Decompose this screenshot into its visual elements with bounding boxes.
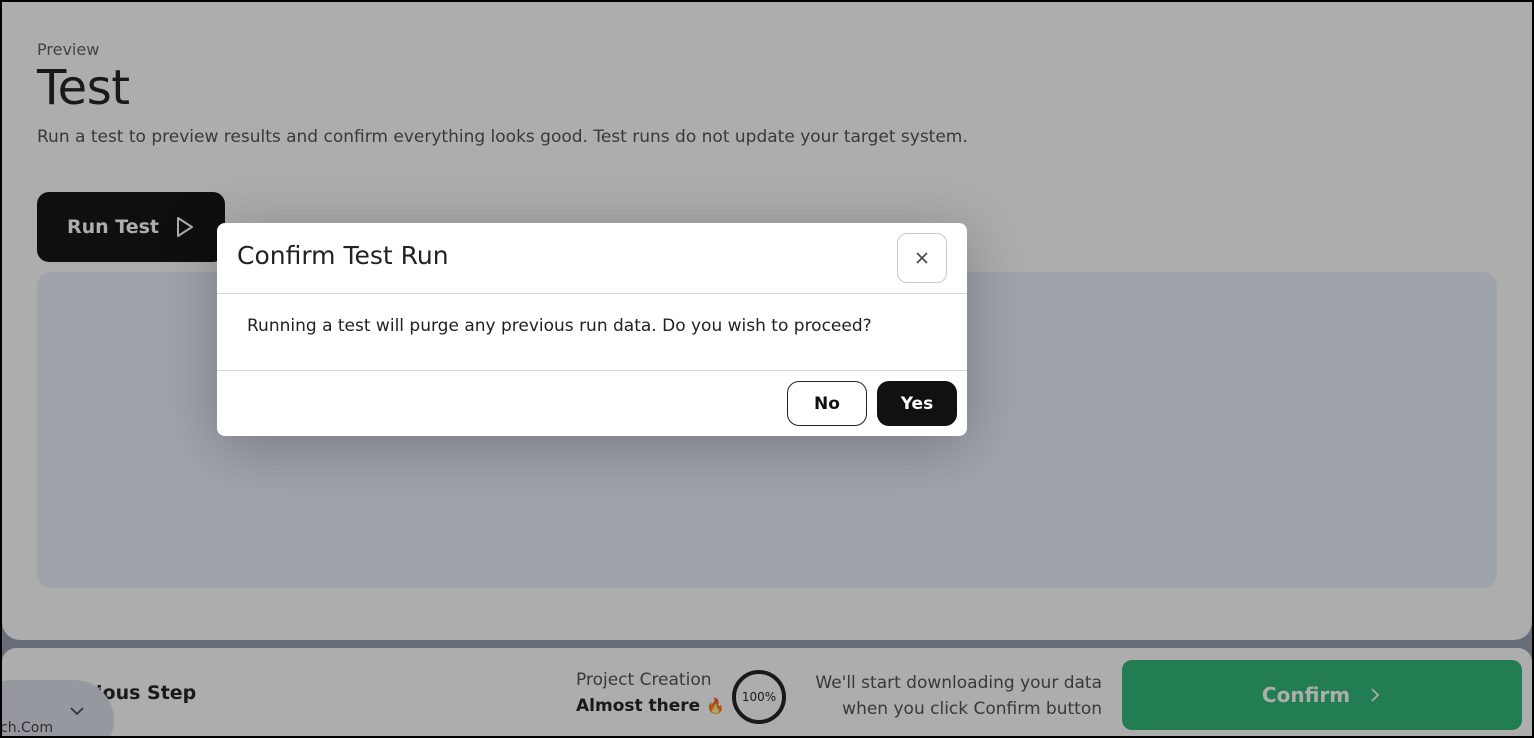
dialog-footer: No Yes [217, 371, 967, 437]
dialog-title: Confirm Test Run [237, 241, 449, 270]
close-icon [916, 252, 928, 264]
no-button[interactable]: No [787, 381, 867, 426]
dialog-header: Confirm Test Run [217, 223, 967, 294]
app-window: Preview Test Run a test to preview resul… [0, 0, 1534, 738]
yes-button[interactable]: Yes [877, 381, 957, 426]
confirm-test-run-dialog: Confirm Test Run Running a test will pur… [217, 223, 967, 436]
dialog-message: Running a test will purge any previous r… [247, 316, 872, 336]
dialog-body: Running a test will purge any previous r… [217, 294, 967, 371]
dialog-close-button[interactable] [897, 233, 947, 283]
